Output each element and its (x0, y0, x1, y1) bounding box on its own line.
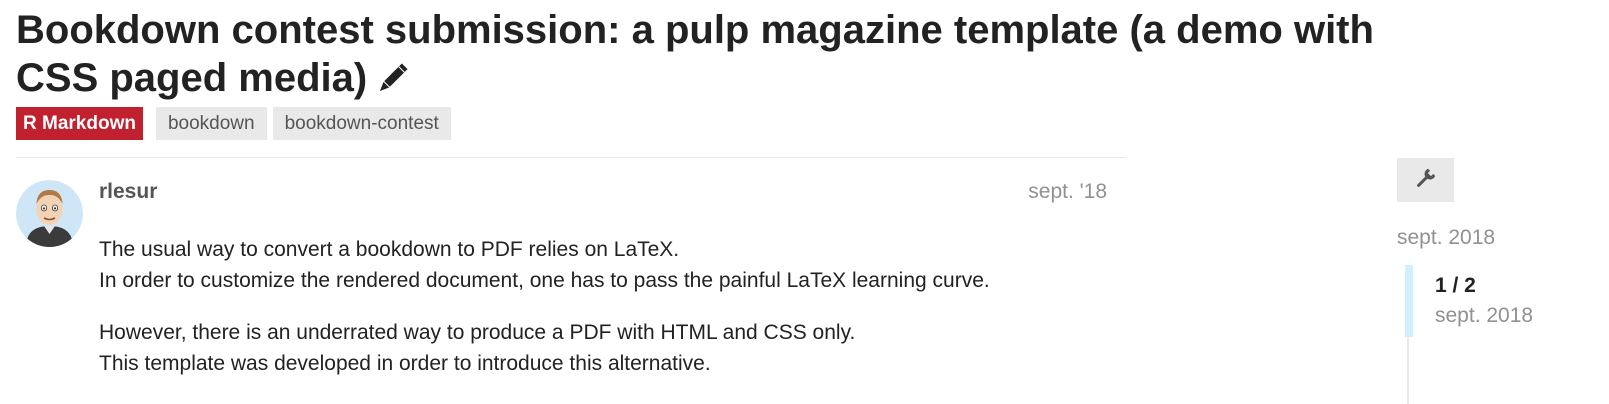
topic-title-text: Bookdown contest submission: a pulp maga… (16, 8, 1374, 100)
post-username[interactable]: rlesur (99, 180, 157, 204)
post-paragraph: The usual way to convert a bookdown to P… (99, 234, 1119, 296)
header-divider (16, 157, 1126, 158)
admin-wrench-button[interactable] (1397, 158, 1454, 202)
post-paragraph-line: In order to customize the rendered docum… (99, 269, 990, 292)
tag-bookdown[interactable]: bookdown (155, 107, 267, 140)
timeline-start-date[interactable]: sept. 2018 (1397, 226, 1495, 250)
pencil-icon[interactable] (375, 58, 409, 106)
post-paragraph-line: This template was developed in order to … (99, 352, 711, 375)
topic-page: Bookdown contest submission: a pulp maga… (0, 0, 1609, 404)
topic-tags: R Markdown bookdown bookdown-contest (16, 107, 457, 140)
post-paragraph-line: The usual way to convert a bookdown to P… (99, 238, 680, 261)
post-date[interactable]: sept. '18 (1028, 180, 1107, 204)
wrench-icon (1414, 166, 1438, 195)
topic-title: Bookdown contest submission: a pulp maga… (16, 6, 1456, 106)
category-badge[interactable]: R Markdown (16, 107, 143, 140)
post-paragraph: However, there is an underrated way to p… (99, 317, 1119, 379)
post-paragraph-line: However, there is an underrated way to p… (99, 321, 856, 344)
avatar[interactable] (16, 180, 83, 247)
timeline-current-date: sept. 2018 (1435, 304, 1534, 327)
timeline-position: 1 / 2 (1435, 274, 1476, 297)
timeline-scroll-handle[interactable] (1405, 265, 1413, 337)
post-body: The usual way to convert a bookdown to P… (99, 234, 1119, 400)
tag-bookdown-contest[interactable]: bookdown-contest (272, 107, 451, 140)
